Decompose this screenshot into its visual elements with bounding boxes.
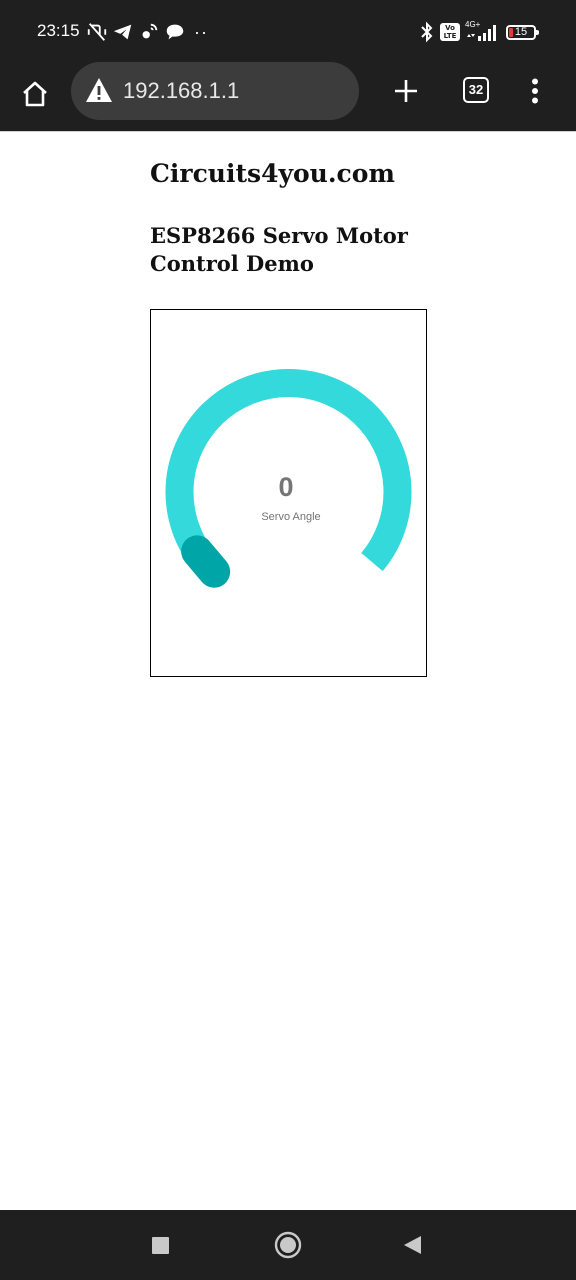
servo-gauge[interactable]: 0 Servo Angle (150, 309, 427, 677)
address-bar[interactable]: 192.168.1.1 (71, 62, 359, 120)
telegram-icon (113, 24, 132, 40)
vibrate-off-icon (87, 23, 107, 41)
home-button[interactable] (14, 73, 56, 115)
url-text: 192.168.1.1 (123, 78, 240, 103)
web-page: Circuits4you.com ESP8266 Servo Motor Con… (0, 132, 576, 1210)
gauge-knob[interactable] (181, 535, 231, 588)
status-bar: 23:15 ·· Vo LTE 4G+ 15 (0, 0, 576, 62)
menu-button[interactable] (522, 74, 548, 108)
chat-icon (166, 24, 184, 40)
site-title: Circuits4you.com (150, 159, 395, 188)
gauge-label: Servo Angle (261, 511, 321, 523)
status-right-icons: Vo LTE 4G+ 15 (419, 19, 539, 45)
satellite-icon (142, 23, 158, 39)
plus-icon (395, 80, 417, 102)
home-icon (23, 81, 47, 107)
signal-icon: 4G+ (465, 20, 501, 43)
warning-icon[interactable] (85, 77, 113, 103)
system-nav-bar (0, 1210, 576, 1280)
bluetooth-icon (421, 21, 433, 43)
status-more-indicator: ·· (194, 22, 208, 42)
menu-dots-icon (532, 78, 538, 104)
tab-switcher-button[interactable]: 32 (463, 77, 489, 103)
volte-icon: Vo LTE (440, 23, 460, 41)
page-heading: ESP8266 Servo Motor Control Demo (150, 223, 408, 276)
home-circle-icon[interactable] (274, 1231, 302, 1259)
back-icon[interactable] (401, 1234, 423, 1256)
browser-toolbar: 192.168.1.1 32 (0, 62, 576, 131)
new-tab-button[interactable] (386, 71, 426, 111)
gauge-value: 0 (278, 472, 294, 502)
recents-button[interactable] (152, 1237, 169, 1254)
battery-level: 15 (514, 25, 528, 38)
status-left-icons: ·· (86, 20, 208, 44)
status-time: 23:15 (37, 21, 80, 40)
battery-icon: 15 (506, 24, 539, 40)
